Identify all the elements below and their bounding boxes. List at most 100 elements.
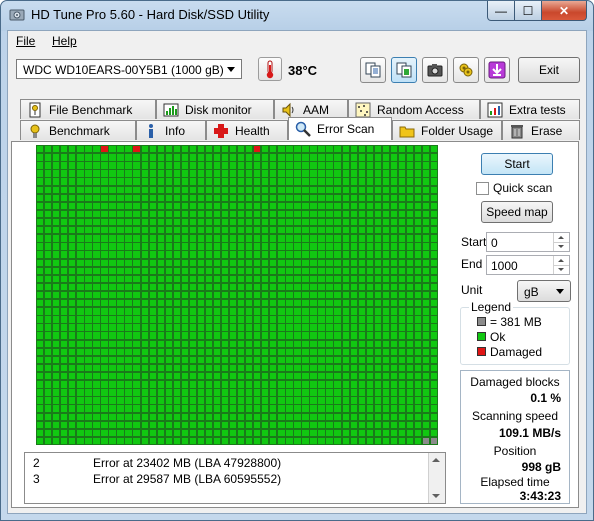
- trash-icon: [509, 123, 525, 139]
- quick-scan-checkbox[interactable]: [476, 182, 489, 195]
- copy-info-icon: [396, 62, 412, 78]
- tab-file-benchmark[interactable]: File Benchmark: [20, 99, 156, 119]
- maximize-icon: ☐: [522, 3, 534, 18]
- log-number: 3: [33, 472, 40, 486]
- chevron-down-icon: [227, 67, 235, 72]
- elapsed-time-label: Elapsed time: [480, 475, 550, 489]
- tab-label: Erase: [531, 123, 563, 138]
- log-number: 2: [33, 456, 40, 470]
- unit-select[interactable]: gB: [517, 280, 571, 302]
- extra-tests-icon: [487, 102, 503, 118]
- benchmark-icon: [27, 123, 43, 139]
- quick-scan-label: Quick scan: [493, 181, 553, 195]
- speaker-icon: [281, 102, 297, 118]
- app-window: HD Tune Pro 5.60 - Hard Disk/SSD Utility…: [0, 0, 594, 521]
- tab-label: File Benchmark: [49, 102, 133, 117]
- unit-label: Unit: [461, 283, 483, 297]
- unit-value: gB: [524, 285, 539, 299]
- title-bar[interactable]: HD Tune Pro 5.60 - Hard Disk/SSD Utility…: [1, 1, 593, 29]
- end-value: 1000: [491, 259, 518, 273]
- tab-random-access[interactable]: Random Access: [348, 99, 480, 119]
- chevron-down-icon: [556, 289, 564, 294]
- tab-extra-tests[interactable]: Extra tests: [480, 99, 580, 119]
- start-button[interactable]: Start: [481, 153, 553, 175]
- file-benchmark-icon: [27, 102, 43, 118]
- start-label: Start: [461, 235, 487, 249]
- tab-benchmark[interactable]: Benchmark: [20, 120, 136, 140]
- tab-label: AAM: [303, 102, 330, 117]
- disk-monitor-icon: [163, 102, 179, 118]
- maximize-button[interactable]: ☐: [515, 1, 542, 21]
- drive-select-value: WDC WD10EARS-00Y5B1 (1000 gB): [23, 63, 224, 77]
- temperature-button[interactable]: [258, 57, 282, 81]
- tab-label: Benchmark: [49, 123, 110, 138]
- scan-stats-box: Damaged blocks 0.1 % Scanning speed 109.…: [460, 370, 570, 504]
- menu-help[interactable]: Help: [52, 34, 77, 48]
- legend-swatch: [477, 332, 486, 341]
- spin-down-icon[interactable]: [553, 242, 569, 251]
- copy-text-icon: [365, 62, 381, 78]
- temperature-value: 38°C: [288, 63, 318, 78]
- tab-folder-usage[interactable]: Folder Usage: [392, 120, 502, 140]
- log-text: Error at 29587 MB (LBA 60595552): [93, 472, 282, 486]
- tab-label: Error Scan: [317, 122, 375, 136]
- tab-erase[interactable]: Erase: [502, 120, 580, 140]
- hdtune-app-icon: [9, 9, 25, 21]
- block-unscanned: [429, 436, 439, 446]
- tab-disk-monitor[interactable]: Disk monitor: [156, 99, 274, 119]
- exit-button[interactable]: Exit: [518, 57, 580, 83]
- scroll-down-icon[interactable]: [432, 494, 440, 498]
- scan-block-map: [36, 145, 439, 446]
- tab-label: Extra tests: [509, 102, 566, 117]
- log-text: Error at 23402 MB (LBA 47928800): [93, 456, 282, 470]
- drive-select[interactable]: WDC WD10EARS-00Y5B1 (1000 gB): [16, 59, 242, 79]
- error-log-list[interactable]: 2 Error at 23402 MB (LBA 47928800) 3 Err…: [24, 452, 446, 504]
- log-scrollbar[interactable]: [428, 453, 445, 503]
- minimize-button[interactable]: —: [487, 1, 515, 21]
- magnifier-icon: [295, 121, 311, 137]
- menu-file[interactable]: File: [16, 34, 35, 48]
- save-button[interactable]: [484, 57, 510, 83]
- camera-icon: [427, 64, 443, 77]
- tab-aam[interactable]: AAM: [274, 99, 348, 119]
- tab-label: Info: [165, 123, 186, 138]
- damaged-blocks-value: 0.1 %: [530, 391, 561, 405]
- info-icon: [143, 123, 159, 139]
- menu-bar: File Help: [8, 31, 586, 51]
- copy-text-button[interactable]: [360, 57, 386, 83]
- folder-icon: [399, 123, 415, 139]
- tab-label: Random Access: [377, 102, 464, 117]
- spin-down-icon[interactable]: [553, 265, 569, 274]
- close-icon: ✕: [558, 3, 570, 18]
- damaged-blocks-label: Damaged blocks: [470, 375, 560, 389]
- tab-label: Disk monitor: [185, 102, 252, 117]
- tab-info[interactable]: Info: [136, 120, 206, 140]
- tab-label: Health: [235, 123, 270, 138]
- tab-error-scan[interactable]: Error Scan: [288, 117, 392, 140]
- tab-health[interactable]: Health: [206, 120, 288, 140]
- scanning-speed-value: 109.1 MB/s: [498, 426, 561, 440]
- close-button[interactable]: ✕: [542, 1, 587, 21]
- position-value: 998 gB: [521, 460, 561, 474]
- position-label: Position: [493, 444, 537, 458]
- toolbar: WDC WD10EARS-00Y5B1 (1000 gB) 38°C Exit: [8, 53, 586, 89]
- start-spinbox[interactable]: 0: [486, 232, 570, 252]
- legend-title: Legend: [469, 300, 514, 314]
- window-title: HD Tune Pro 5.60 - Hard Disk/SSD Utility: [31, 7, 270, 22]
- scanning-speed-label: Scanning speed: [471, 409, 559, 423]
- options-icon: [459, 63, 473, 77]
- random-access-icon: [355, 102, 371, 118]
- thermometer-icon: [266, 60, 274, 79]
- copy-info-button[interactable]: [391, 57, 417, 83]
- legend-swatch: [477, 347, 486, 356]
- end-label: End: [461, 257, 483, 271]
- start-value: 0: [491, 236, 498, 250]
- scroll-up-icon[interactable]: [432, 458, 440, 462]
- screenshot-button[interactable]: [422, 57, 448, 83]
- speed-map-button[interactable]: Speed map: [481, 201, 553, 223]
- save-download-icon: [488, 61, 506, 79]
- end-spinbox[interactable]: 1000: [486, 255, 570, 275]
- health-cross-icon: [213, 123, 229, 139]
- legend-swatch: [477, 317, 486, 326]
- options-button[interactable]: [453, 57, 479, 83]
